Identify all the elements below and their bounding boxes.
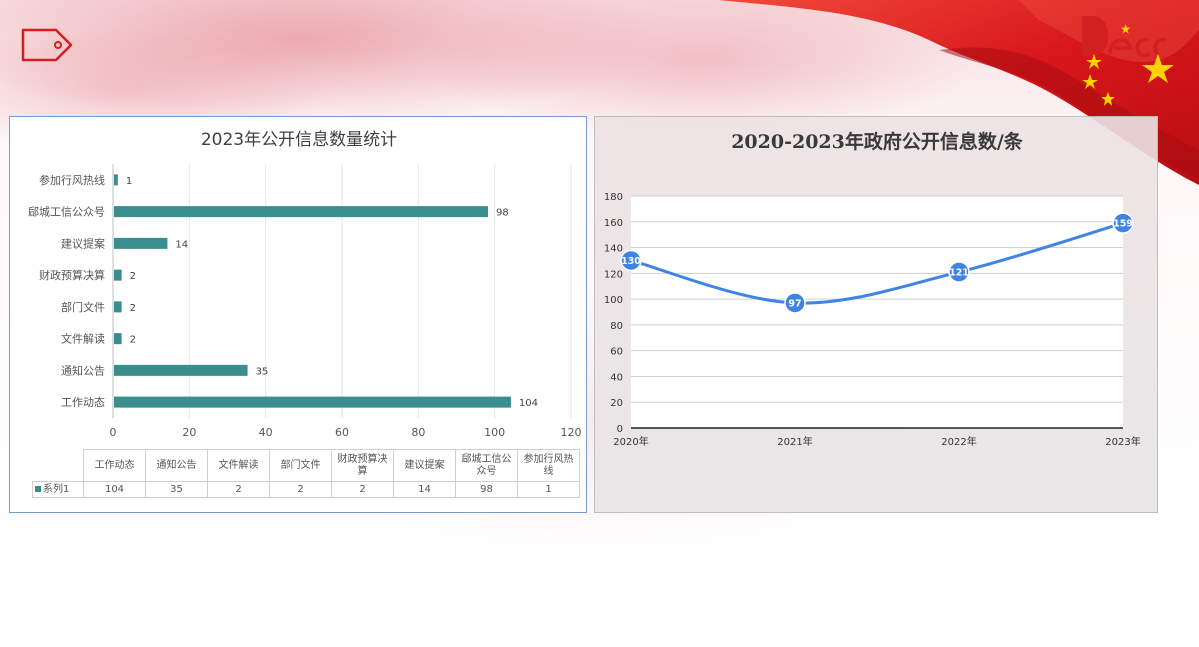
data-table-value-cell: 2: [269, 481, 332, 498]
data-table-value-cell: 1: [517, 481, 580, 498]
bar-data-table: 工作动态 通知公告 文件解读 部门文件 财政预算决算 建议提案 郈城工信公众号 参加行风热线 …: [32, 449, 580, 498]
data-table-value-cell: 14: [393, 481, 456, 498]
data-table-header-cell: 建议提案: [393, 449, 456, 482]
data-table-value-cell: 35: [145, 481, 208, 498]
bar: [114, 301, 122, 313]
bar: [114, 269, 122, 281]
bar-chart: 0 20 40 60 80 100 120 工作动态 104 通知公告 35 文件解读 2 部门文件 2 财政…: [28, 164, 582, 437]
bar-x-tick-label: 120: [561, 426, 582, 437]
bar-data-label: 2: [130, 303, 136, 314]
line-x-tick-label: 2022年: [941, 435, 976, 448]
bar-x-tick-label: 100: [484, 426, 505, 437]
line-y-tick-label: 0: [617, 424, 623, 435]
bar: [114, 333, 122, 345]
line-data-label: 121: [949, 268, 969, 279]
bar-category-label: 郈城工信公众号: [28, 206, 105, 219]
bar: [114, 206, 489, 218]
bar-category-label: 文件解读: [61, 332, 105, 346]
data-table-series-label: 系列1: [32, 481, 84, 498]
line-plot-area: [631, 196, 1123, 428]
bar: [114, 174, 118, 186]
flag-stars: [1082, 54, 1174, 106]
bar-chart-panel: 2023年公开信息数量统计 0 20 40 60 80 100 120 工作动态 104 通知公告…: [9, 116, 587, 513]
bar-data-label: 1: [126, 176, 132, 187]
line-y-tick-label: 140: [604, 244, 623, 255]
series-swatch: [35, 485, 41, 492]
bar-category-label: 通知公告: [61, 363, 105, 377]
line-y-tick-label: 120: [604, 269, 623, 280]
line-y-tick-label: 160: [604, 218, 623, 229]
bar: [114, 396, 511, 408]
data-table-header-cell: 郈城工信公众号: [455, 449, 518, 482]
line-chart: 0 20 40 60 80 100 120 140 160 180 2020年 2021年 2022年 2…: [604, 192, 1141, 448]
bar-data-label: 98: [496, 208, 509, 219]
line-x-tick-label: 2020年: [613, 435, 648, 448]
tag-icon: [21, 28, 73, 62]
bar-x-tick-label: 80: [411, 426, 425, 437]
data-table-header-cell: 文件解读: [207, 449, 270, 482]
line-x-tick-label: 2021年: [777, 435, 812, 448]
line-x-tick-label: 2023年: [1105, 435, 1140, 448]
bar-x-tick-label: 0: [110, 426, 117, 437]
bar-category-label: 工作动态: [61, 396, 105, 409]
line-y-tick-label: 100: [604, 295, 623, 306]
bar-data-label: 35: [256, 366, 269, 377]
line-y-tick-label: 40: [610, 372, 623, 383]
bar-x-tick-label: 20: [182, 426, 196, 437]
line-y-tick-label: 180: [604, 192, 623, 203]
data-table-header-cell: 财政预算决算: [331, 449, 394, 482]
bar-data-label: 104: [519, 398, 538, 409]
line-y-tick-label: 20: [610, 398, 623, 409]
bar-data-label: 14: [175, 239, 188, 250]
bar: [114, 364, 248, 376]
data-table-value-cell: 98: [455, 481, 518, 498]
data-table-header-cell: 通知公告: [145, 449, 208, 482]
bar-category-label: 财政预算决算: [39, 268, 105, 282]
data-table-corner: [32, 449, 84, 482]
data-table-header-cell: 工作动态: [83, 449, 146, 482]
data-table-header-cell: 参加行风热线: [517, 449, 580, 482]
line-chart-panel: 2020-2023年政府公开信息数/条 0 20 40 60 80 100 120 140 16…: [594, 116, 1158, 513]
line-y-tick-label: 60: [610, 347, 623, 358]
bar-data-label: 2: [130, 335, 136, 346]
series-label: 系列1: [43, 483, 70, 495]
bar-x-tick-label: 60: [335, 426, 349, 437]
bar: [114, 237, 168, 249]
bar-category-label: 部门文件: [61, 300, 105, 314]
bar-category-label: 参加行风热线: [39, 173, 105, 187]
bar-category-label: 建议提案: [61, 236, 105, 250]
data-table-value-cell: 2: [207, 481, 270, 498]
line-data-label: 130: [621, 256, 641, 267]
bar-x-tick-label: 40: [259, 426, 273, 437]
bar-data-label: 2: [130, 271, 136, 282]
data-table-header-cell: 部门文件: [269, 449, 332, 482]
data-table-value-cell: 104: [83, 481, 146, 498]
data-table-value-cell: 2: [331, 481, 394, 498]
line-data-label: 97: [788, 298, 801, 309]
line-data-label: 159: [1113, 219, 1133, 230]
line-y-tick-label: 80: [610, 321, 623, 332]
